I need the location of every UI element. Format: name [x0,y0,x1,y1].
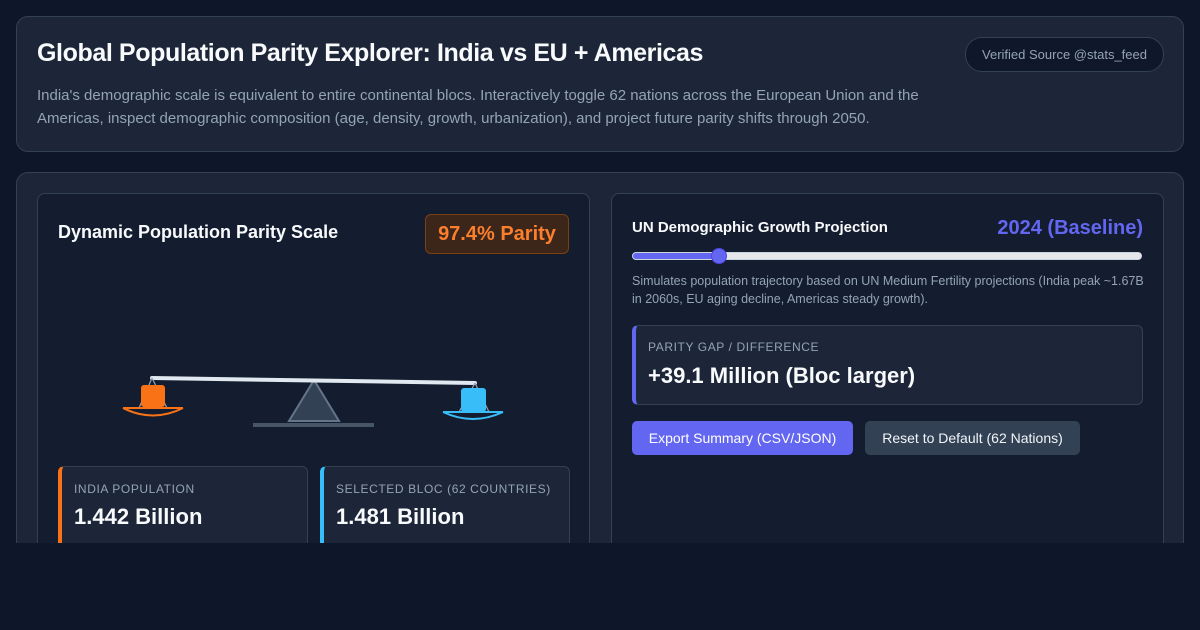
header-card: Global Population Parity Explorer: India… [16,16,1184,152]
slider-thumb[interactable] [711,248,728,264]
india-weight [141,385,165,407]
scale-fulcrum [287,378,341,422]
parity-gap-card: Parity Gap / Difference +39.1 Million (B… [632,325,1143,405]
projection-year-slider[interactable] [632,248,1142,264]
india-population-card: India Population 1.442 Billion [58,466,308,543]
projection-year-label: 2024 (Baseline) [997,217,1143,239]
export-summary-button[interactable]: Export Summary (CSV/JSON) [632,421,853,455]
bloc-population-value: 1.481 Billion [336,504,465,529]
verified-source-badge[interactable]: Verified Source @stats_feed [965,37,1164,72]
scale-beam [150,376,477,385]
parity-scale-panel: Dynamic Population Parity Scale 97.4% Pa… [37,193,590,543]
projection-note: Simulates population trajectory based on… [632,274,1144,306]
parity-gap-label: Parity Gap / Difference [648,340,820,354]
slider-fill [633,253,720,259]
page-viewport: Global Population Parity Explorer: India… [0,0,1200,543]
parity-gap-value: +39.1 Million (Bloc larger) [648,363,916,388]
bloc-weight [461,388,486,412]
projection-panel: UN Demographic Growth Projection 2024 (B… [611,193,1164,543]
page-title: Global Population Parity Explorer: India… [37,39,704,67]
bloc-population-label: Selected Bloc (62 Countries) [336,482,551,496]
india-population-value: 1.442 Billion [74,504,203,529]
main-container: Dynamic Population Parity Scale 97.4% Pa… [16,172,1184,543]
bloc-pan [442,382,504,420]
reset-default-button[interactable]: Reset to Default (62 Nations) [865,421,1080,455]
page-description: India's demographic scale is equivalent … [37,87,919,127]
india-population-label: India Population [74,482,195,496]
bloc-population-card: Selected Bloc (62 Countries) 1.481 Billi… [320,466,570,543]
india-pan [122,377,184,417]
projection-title: UN Demographic Growth Projection [632,219,888,236]
